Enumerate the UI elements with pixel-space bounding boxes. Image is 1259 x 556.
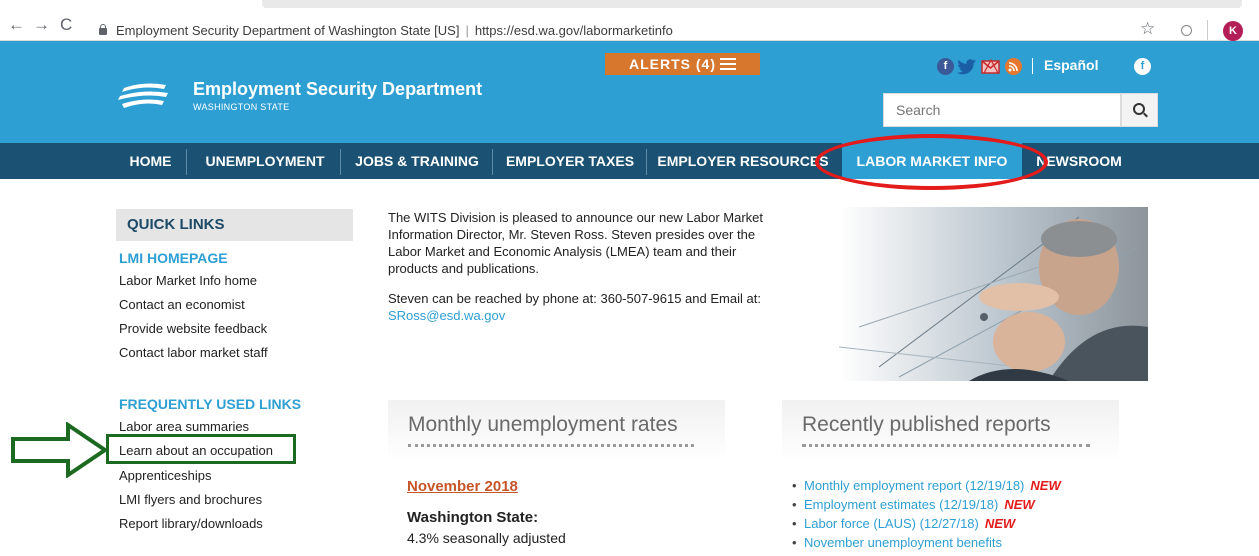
espanol-facebook-icon[interactable]: f bbox=[1134, 58, 1151, 75]
region-label: Washington State: bbox=[407, 509, 539, 526]
contact-paragraph: Steven can be reached by phone at: 360-5… bbox=[388, 290, 788, 324]
dotted-divider bbox=[802, 444, 1090, 451]
sidebar-link-flyers-brochures[interactable]: LMI flyers and brochures bbox=[119, 492, 262, 507]
nav-employer-taxes[interactable]: EMPLOYER TAXES bbox=[494, 143, 646, 179]
unemployment-panel-title: Monthly unemployment rates bbox=[408, 413, 678, 436]
lock-icon bbox=[98, 24, 108, 36]
nav-home[interactable]: HOME bbox=[118, 143, 183, 179]
hero-photo bbox=[839, 207, 1148, 381]
sidebar-link-website-feedback[interactable]: Provide website feedback bbox=[119, 321, 267, 336]
tab-strip bbox=[262, 0, 1242, 8]
green-arrow-icon bbox=[11, 422, 109, 478]
reports-panel-header: Recently published reports bbox=[782, 400, 1119, 462]
address-bar[interactable]: Employment Security Department of Washin… bbox=[98, 20, 1198, 42]
reports-panel-title: Recently published reports bbox=[802, 413, 1051, 436]
report-label[interactable]: Employment estimates (12/19/18) bbox=[804, 497, 998, 512]
toolbar-divider bbox=[1207, 20, 1208, 40]
nav-unemployment[interactable]: UNEMPLOYMENT bbox=[190, 143, 340, 179]
forward-arrow-icon[interactable]: → bbox=[33, 16, 50, 34]
email-link[interactable]: SRoss@esd.wa.gov bbox=[388, 308, 505, 323]
report-link[interactable]: November unemployment benefits bbox=[792, 535, 1002, 550]
nav-employer-resources[interactable]: EMPLOYER RESOURCES bbox=[648, 143, 838, 179]
twitter-icon[interactable] bbox=[957, 58, 977, 75]
report-label[interactable]: Labor force (LAUS) (12/27/18) bbox=[804, 516, 979, 531]
sidebar-link-contact-staff[interactable]: Contact labor market staff bbox=[119, 345, 268, 360]
search-button[interactable] bbox=[1121, 93, 1158, 127]
quick-links-heading: QUICK LINKS bbox=[116, 209, 353, 241]
dotted-divider bbox=[408, 444, 694, 451]
sidebar-link-labor-market-home[interactable]: Labor Market Info home bbox=[119, 273, 257, 288]
reload-icon[interactable]: C bbox=[60, 16, 72, 34]
sidebar-link-contact-economist[interactable]: Contact an economist bbox=[119, 297, 245, 312]
red-highlight-ellipse bbox=[815, 134, 1048, 190]
rss-icon[interactable] bbox=[1005, 58, 1022, 75]
unemployment-panel-header: Monthly unemployment rates bbox=[388, 400, 725, 462]
green-highlight-box bbox=[106, 434, 296, 464]
main-nav: HOME UNEMPLOYMENT JOBS & TRAINING EMPLOY… bbox=[0, 143, 1259, 179]
logo-subtitle: WASHINGTON STATE bbox=[193, 102, 290, 112]
header-divider bbox=[1032, 58, 1033, 74]
report-label[interactable]: Monthly employment report (12/19/18) bbox=[804, 478, 1024, 493]
contact-text: Steven can be reached by phone at: 360-5… bbox=[388, 291, 761, 306]
nav-divider bbox=[340, 149, 341, 175]
november-2018-link[interactable]: November 2018 bbox=[407, 478, 518, 495]
back-arrow-icon[interactable]: ← bbox=[8, 16, 25, 34]
url-text: https://esd.wa.gov/labormarketinfo bbox=[474, 23, 673, 38]
extension-icon[interactable] bbox=[1181, 25, 1192, 36]
report-link[interactable]: Labor force (LAUS) (12/27/18) NEW bbox=[792, 516, 1016, 531]
address-separator: | bbox=[465, 23, 469, 38]
announcement-text: The WITS Division is pleased to announce… bbox=[388, 209, 788, 337]
email-icon[interactable] bbox=[981, 58, 1001, 75]
frequently-used-links-heading: FREQUENTLY USED LINKS bbox=[119, 396, 302, 412]
alerts-button[interactable]: ALERTS (4) bbox=[605, 53, 760, 75]
unemployment-rate-text: 4.3% seasonally adjusted bbox=[407, 530, 566, 546]
nav-jobs-training[interactable]: JOBS & TRAINING bbox=[342, 143, 492, 179]
report-link[interactable]: Employment estimates (12/19/18) NEW bbox=[792, 497, 1035, 512]
nav-divider bbox=[492, 149, 493, 175]
nav-divider bbox=[186, 149, 187, 175]
profile-avatar[interactable]: K bbox=[1223, 21, 1243, 41]
report-label[interactable]: November unemployment benefits bbox=[804, 535, 1002, 550]
logo-title[interactable]: Employment Security Department bbox=[193, 79, 482, 100]
browser-toolbar: ← → C Employment Security Department of … bbox=[0, 0, 1259, 41]
sidebar-link-apprenticeships[interactable]: Apprenticeships bbox=[119, 468, 212, 483]
new-badge: NEW bbox=[984, 516, 1016, 531]
new-badge: NEW bbox=[1004, 497, 1035, 512]
search-input[interactable] bbox=[883, 93, 1121, 127]
facebook-icon[interactable]: f bbox=[937, 58, 954, 75]
bookmark-star-icon[interactable]: ☆ bbox=[1140, 19, 1155, 39]
nav-divider bbox=[646, 149, 647, 175]
announcement-paragraph: The WITS Division is pleased to announce… bbox=[388, 210, 764, 276]
site-header: Employment Security Department WASHINGTO… bbox=[0, 41, 1259, 143]
lmi-homepage-heading[interactable]: LMI HOMEPAGE bbox=[119, 250, 228, 266]
alerts-label: ALERTS (4) bbox=[629, 56, 716, 72]
hamburger-icon bbox=[720, 63, 736, 65]
report-link[interactable]: Monthly employment report (12/19/18) NEW bbox=[792, 478, 1061, 493]
search-icon bbox=[1133, 103, 1145, 115]
site-identity: Employment Security Department of Washin… bbox=[116, 23, 460, 38]
new-badge: NEW bbox=[1030, 478, 1061, 493]
sidebar-link-area-summaries[interactable]: Labor area summaries bbox=[119, 419, 249, 434]
sidebar-link-report-library[interactable]: Report library/downloads bbox=[119, 516, 263, 531]
espanol-link[interactable]: Español bbox=[1044, 57, 1098, 73]
esd-logo-icon[interactable] bbox=[118, 79, 170, 113]
